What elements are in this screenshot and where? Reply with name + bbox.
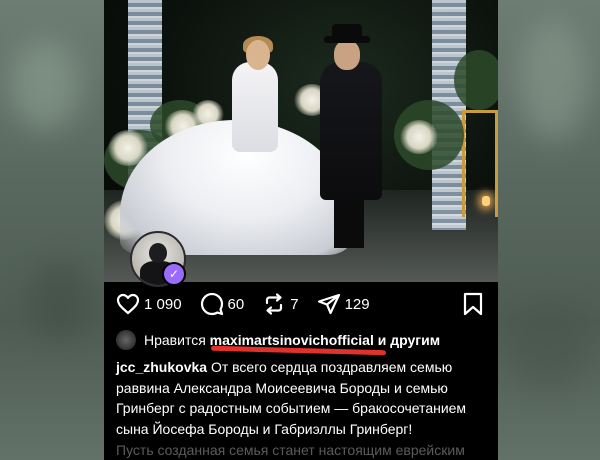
bride-figure — [232, 62, 278, 152]
share-icon — [317, 293, 340, 315]
bride-head — [246, 40, 270, 70]
post-caption: jcc_zhukovka От всего сердца поздравляем… — [116, 357, 488, 439]
share-button[interactable]: 129 — [317, 292, 370, 316]
like-button[interactable]: 1 090 — [116, 293, 182, 315]
bookmark-icon — [463, 292, 483, 316]
heart-icon — [116, 293, 140, 315]
blurred-background-left — [0, 0, 104, 460]
caption-line: раввина Александра Моисеевича Бороды и с… — [116, 379, 448, 396]
comment-icon — [200, 292, 223, 316]
caption-line: Гринберг с радостным событием — бракосоч… — [116, 400, 467, 416]
groom-figure — [320, 62, 382, 200]
caption-line: сына Йосефа Бороды и Габриэллы Гринберг! — [116, 420, 413, 437]
photo-gold-frame — [462, 110, 498, 217]
caption-username[interactable]: jcc_zhukovka — [116, 359, 207, 375]
post-screen: ✓ 1 090 60 7 129 Нравится maximartsinovi… — [104, 0, 498, 460]
photo-candle — [482, 196, 490, 206]
shares-count: 129 — [344, 295, 370, 313]
repost-button[interactable]: 7 — [262, 292, 299, 316]
bookmark-button[interactable] — [462, 292, 484, 321]
liked-by-prefix: Нравится — [144, 332, 206, 348]
comments-count: 60 — [227, 295, 245, 313]
likes-count: 1 090 — [144, 295, 182, 313]
post-actions-bar: 1 090 60 7 129 — [104, 283, 498, 325]
repost-icon — [266, 293, 283, 315]
groom-hat-brim — [324, 36, 370, 43]
caption-line-partial: Пусть созданная семья станет настоящим е… — [116, 442, 465, 458]
caption-line: jcc_zhukovka От всего сердца поздравляем… — [116, 359, 453, 375]
reposts-count: 7 — [290, 295, 299, 313]
liked-by-suffix[interactable]: и другим — [378, 332, 440, 348]
blurred-background-right — [498, 0, 600, 460]
liked-by-avatar — [116, 330, 136, 350]
groom-head — [334, 40, 360, 70]
comment-button[interactable]: 60 — [200, 292, 245, 316]
